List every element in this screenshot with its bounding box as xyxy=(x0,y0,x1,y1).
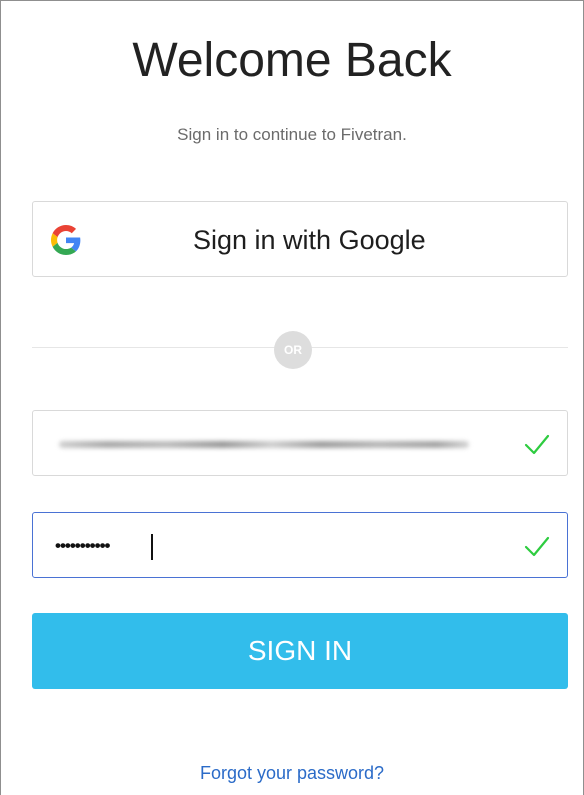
email-value-blurred xyxy=(59,441,469,448)
page-title: Welcome Back xyxy=(132,34,452,87)
check-icon xyxy=(523,533,551,559)
google-icon xyxy=(51,225,81,255)
page-subtitle: Sign in to continue to Fivetran. xyxy=(177,125,407,144)
login-panel: Welcome Back Sign in to continue to Five… xyxy=(0,0,584,795)
email-field[interactable] xyxy=(32,410,568,476)
sign-in-button[interactable]: SIGN IN xyxy=(32,613,568,689)
password-value: ••••••••••• xyxy=(55,536,110,555)
text-cursor xyxy=(151,534,153,560)
google-signin-label: Sign in with Google xyxy=(193,225,426,255)
or-separator: OR xyxy=(274,331,312,369)
check-icon xyxy=(523,431,551,457)
password-field[interactable]: ••••••••••• xyxy=(32,512,568,578)
google-signin-button[interactable]: Sign in with Google xyxy=(32,201,568,277)
forgot-password-link[interactable]: Forgot your password? xyxy=(1,761,583,785)
